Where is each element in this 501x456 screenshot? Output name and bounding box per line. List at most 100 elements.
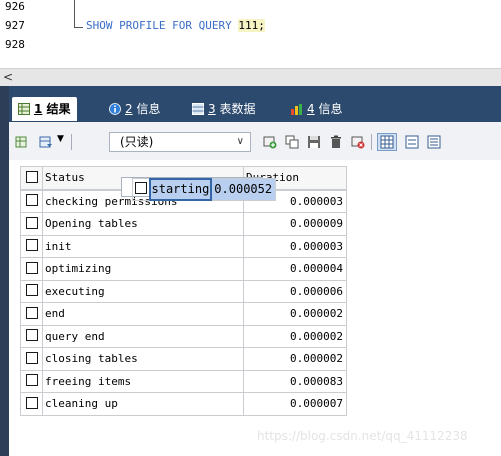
result-tab-bar: 1 结果 2 信息 3 表数据 4 信息 [9,86,501,122]
cancel-icon[interactable] [351,135,365,149]
row-checkbox[interactable] [134,182,147,195]
row-checkbox[interactable] [25,216,38,229]
row-select-cell[interactable] [20,347,43,371]
table-row[interactable]: end 0.000002 [20,302,347,326]
info-icon [109,103,121,115]
table-row[interactable]: closing tables 0.000002 [20,347,347,371]
status-cell[interactable]: closing tables [42,347,244,371]
table-row[interactable]: executing 0.000006 [20,279,347,303]
row-select-cell[interactable] [20,212,43,236]
toolbar-separator [371,134,372,150]
scroll-left-arrow[interactable]: < [3,69,13,86]
status-cell[interactable]: query end [42,324,244,348]
row-checkbox[interactable] [25,329,38,342]
row-select-cell[interactable] [20,257,43,281]
row-select-cell[interactable] [20,369,43,393]
row-checkbox[interactable] [25,239,38,252]
fold-guide [74,0,83,28]
sql-statement[interactable]: SHOW PROFILE FOR QUERY 111; [86,19,265,33]
duration-cell[interactable]: 0.000002 [243,324,347,348]
duration-cell[interactable]: 0.000083 [243,369,347,393]
export-icon[interactable] [15,135,29,149]
form-view-icon[interactable] [405,135,419,149]
filter-icon[interactable] [39,135,53,149]
status-cell[interactable]: Opening tables [42,212,244,236]
table-row[interactable]: optimizing 0.000004 [20,257,347,281]
tab-number: 1 [34,102,43,116]
tab-results[interactable]: 1 结果 [12,97,77,121]
status-cell[interactable]: end [42,302,244,326]
row-select-cell[interactable] [20,279,43,303]
row-select-cell[interactable] [20,324,43,348]
save-icon[interactable] [307,135,321,149]
tab-info[interactable]: 2 信息 [109,97,160,121]
results-table: Status Duration starting0.000052checking… [20,166,347,416]
table-row[interactable]: cleaning up 0.000007 [20,392,347,416]
copy-row-icon[interactable] [285,135,299,149]
results-grid[interactable]: Status Duration starting0.000052checking… [9,160,501,456]
sql-editor[interactable]: 926 927 928 SHOW PROFILE FOR QUERY 111; [0,0,501,66]
toolbar-separator [71,134,72,150]
tab-number: 4 [307,102,315,116]
row-select-cell[interactable] [20,302,43,326]
select-value: (只读) [120,135,154,149]
row-checkbox[interactable] [25,284,38,297]
chevron-down-icon[interactable]: ▼ [57,134,64,144]
tab-info-2[interactable]: 4 信息 [291,97,342,121]
row-select-cell[interactable] [20,234,43,258]
grid-view-icon[interactable] [377,133,397,151]
chevron-down-icon: ∨ [236,136,244,147]
table-row[interactable]: Opening tables 0.000009 [20,212,347,236]
line-number-gutter: 926 927 928 [0,0,50,66]
table-row[interactable]: freeing items 0.000083 [20,369,347,393]
row-checkbox[interactable] [25,351,38,364]
read-only-mode-select[interactable]: (只读) ∨ [109,132,251,152]
add-row-icon[interactable] [263,135,277,149]
sql-number: 111 [238,19,259,32]
watermark-text: https://blog.csdn.net/qq_41112238 [257,429,468,443]
tab-label: 结果 [46,102,71,116]
duration-cell[interactable]: 0.000052 [211,177,277,201]
chart-icon [291,104,302,115]
table-row[interactable]: query end 0.000002 [20,324,347,348]
table-row[interactable]: init 0.000003 [20,234,347,258]
duration-cell[interactable]: 0.000004 [243,257,347,281]
select-all-checkbox[interactable] [25,170,38,183]
row-select-cell[interactable] [20,189,43,213]
row-checkbox[interactable] [25,306,38,319]
sql-semicolon: ; [258,19,265,32]
duration-cell[interactable]: 0.000002 [243,347,347,371]
row-checkbox[interactable] [25,261,38,274]
tab-table-data[interactable]: 3 表数据 [192,97,255,121]
duration-cell[interactable]: 0.000002 [243,302,347,326]
status-cell[interactable]: init [42,234,244,258]
table-icon [192,103,204,115]
line-number: 928 [5,38,25,51]
horizontal-scrollbar[interactable]: < [0,68,501,86]
table-row[interactable]: starting 0.000052 [120,176,277,201]
tab-label: 信息 [136,102,161,116]
results-toolbar: ▼ (只读) ∨ [9,122,501,161]
row-select-cell[interactable] [131,177,150,201]
row-checkbox[interactable] [25,374,38,387]
tab-label: 表数据 [219,102,256,116]
tab-label: 信息 [318,102,343,116]
duration-cell[interactable]: 0.000006 [243,279,347,303]
status-cell[interactable]: starting [148,177,213,201]
status-cell[interactable]: cleaning up [42,392,244,416]
select-all-cell[interactable] [20,166,43,190]
duration-cell[interactable]: 0.000009 [243,212,347,236]
delete-icon[interactable] [329,135,343,149]
row-checkbox[interactable] [25,396,38,409]
status-cell[interactable]: executing [42,279,244,303]
sql-keyword: SHOW PROFILE FOR QUERY [86,19,239,32]
row-checkbox[interactable] [25,194,38,207]
line-number: 927 [5,19,25,32]
status-cell[interactable]: optimizing [42,257,244,281]
text-view-icon[interactable] [427,135,441,149]
duration-cell[interactable]: 0.000007 [243,392,347,416]
status-cell[interactable]: freeing items [42,369,244,393]
tab-number: 2 [125,102,133,116]
duration-cell[interactable]: 0.000003 [243,234,347,258]
row-select-cell[interactable] [20,392,43,416]
